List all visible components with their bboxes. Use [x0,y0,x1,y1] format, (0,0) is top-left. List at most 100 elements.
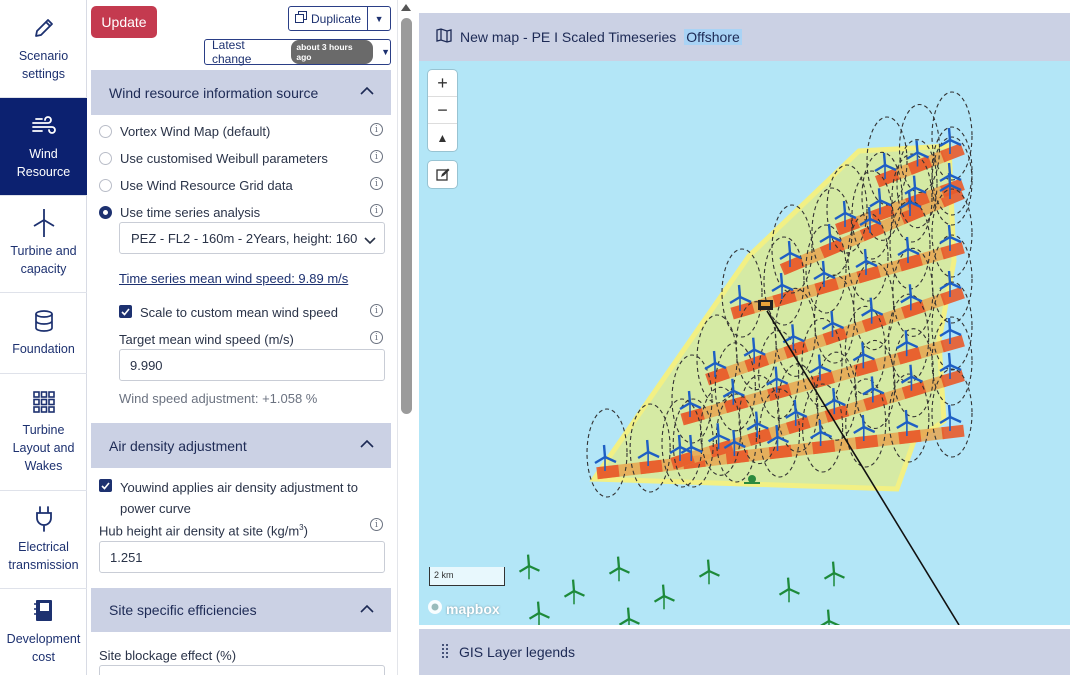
site-blockage-input[interactable] [99,665,385,675]
turbine-blade [526,554,531,567]
radio-button-selected[interactable] [99,206,112,219]
air-density-section-header[interactable]: Air density adjustment [91,423,391,468]
database-icon [31,308,57,334]
radio-weibull[interactable]: Use customised Weibull parameters [99,151,387,166]
turbine-blade [869,297,873,310]
chevron-down-icon [364,233,376,248]
turbine-blade [661,584,666,597]
checkbox-checked[interactable] [119,305,132,318]
turbine-blade [608,567,620,575]
info-icon[interactable]: i [370,123,383,136]
turbine-blade [786,577,791,590]
zoom-in-button[interactable]: + [428,70,457,97]
info-icon[interactable]: i [370,204,383,217]
timeseries-select[interactable]: PEZ - FL2 - 160m - 2Years, height: 160 [119,222,385,254]
turbine-blade [616,556,621,569]
radio-button[interactable] [99,179,112,192]
radio-timeseries[interactable]: Use time series analysis [99,205,387,220]
nav-label: Wind [29,146,58,161]
edit-draw-button[interactable] [428,161,457,188]
nav-item-foundation[interactable]: Foundation [0,293,87,374]
turbine-icon [518,554,540,580]
duplicate-dropdown-button[interactable]: ▼ [368,14,390,24]
turbine-blade [949,328,962,337]
book-icon [31,598,57,624]
turbine-blade [832,388,836,401]
turbine-blade [788,587,800,595]
nav-label: capacity [20,262,67,276]
latest-change-badge: about 3 hours ago [291,40,374,64]
efficiencies-section-header[interactable]: Site specific efficiencies [91,588,391,632]
mean-wind-speed-link[interactable]: Time series mean wind speed: 9.89 m/s [119,271,348,286]
compass-button[interactable]: ▲ [428,124,457,151]
map-canvas[interactable]: + − ▲ 2 km mapbox [419,61,1070,625]
nav-label: Development [6,632,81,646]
radio-vortex[interactable]: Vortex Wind Map (default) [99,124,387,139]
target-wind-speed-input[interactable]: 9.990 [119,349,385,381]
turbine-blade [826,609,831,622]
turbine-blade [698,570,710,578]
zoom-out-button[interactable]: − [428,97,457,124]
nav-label: Electrical [18,539,69,554]
nav-item-electrical-transmission[interactable]: Electrical transmission [0,491,87,589]
radio-button[interactable] [99,152,112,165]
nav-item-development-cost[interactable]: Development cost [0,589,87,675]
turbine-blade [653,595,665,603]
turbine-blade [737,284,742,298]
duplicate-button[interactable]: Duplicate [289,7,369,30]
turbine-blade [831,561,836,574]
scale-custom-checkbox-row[interactable]: Scale to custom mean wind speed [119,305,338,320]
info-icon[interactable]: i [370,177,383,190]
gis-legend-bar[interactable]: GIS Layer legends [419,629,1070,675]
turbine-blade [602,444,607,458]
checkbox-label-line: Youwind applies air density adjustment t… [120,480,358,495]
turbine-blade [778,588,790,596]
wind-resource-section-header[interactable]: Wind resource information source [91,70,391,115]
nav-item-turbine-layout[interactable]: Turbine Layout and Wakes [0,374,87,491]
info-icon[interactable]: i [370,518,383,531]
substation-detail [761,302,770,306]
checkbox-label-line: power curve [120,501,191,516]
section-title: Site specific efficiencies [109,602,257,618]
radio-button[interactable] [99,125,112,138]
copy-icon [295,11,307,26]
chevron-up-icon[interactable] [359,436,375,455]
turbine-icon [820,609,840,625]
turbine-footprint [898,429,922,445]
chevron-up-icon[interactable] [359,601,375,620]
mapbox-logo[interactable]: mapbox [427,599,500,618]
turbine-blade [867,206,872,220]
scrollbar-thumb[interactable] [401,18,412,414]
radio-wrg[interactable]: Use Wind Resource Grid data [99,178,387,193]
turbine-footprint [811,439,836,455]
turbine-blade [908,284,913,297]
turbine-blade [947,317,952,331]
turbine-blade [708,569,720,577]
scroll-up-arrow-icon[interactable] [401,4,411,11]
drag-handle-icon[interactable] [441,643,449,662]
turbine-blade [775,424,779,438]
turbine-blade [947,352,952,366]
air-density-checkbox-row[interactable]: Youwind applies air density adjustment t… [99,477,384,519]
turbine-blade [618,566,630,574]
turbine-blade [947,224,952,238]
turbine-blade [870,376,875,389]
info-icon[interactable]: i [370,304,383,317]
checkbox-checked[interactable] [99,479,112,492]
radio-label: Use Wind Resource Grid data [120,178,293,193]
info-icon[interactable]: i [370,331,383,344]
turbine-blade [909,364,913,377]
chevron-up-icon[interactable] [359,83,375,102]
panel-scrollbar[interactable] [397,0,419,675]
turbine-icon [618,607,640,625]
scale-bar: 2 km [429,567,505,586]
info-icon[interactable]: i [370,150,383,163]
section-title: Wind resource information source [109,84,319,101]
nav-item-turbine-capacity[interactable]: Turbine and capacity [0,196,87,293]
nav-item-scenario-settings[interactable]: Scenario settings [0,0,87,98]
nav-item-wind-resource[interactable]: Wind Resource [0,98,87,196]
update-button[interactable]: Update [91,6,157,38]
turbine-icon [528,601,550,625]
hub-density-input[interactable]: 1.251 [99,541,385,573]
latest-change-dropdown[interactable]: Latest change about 3 hours ago ▼ [204,38,391,66]
